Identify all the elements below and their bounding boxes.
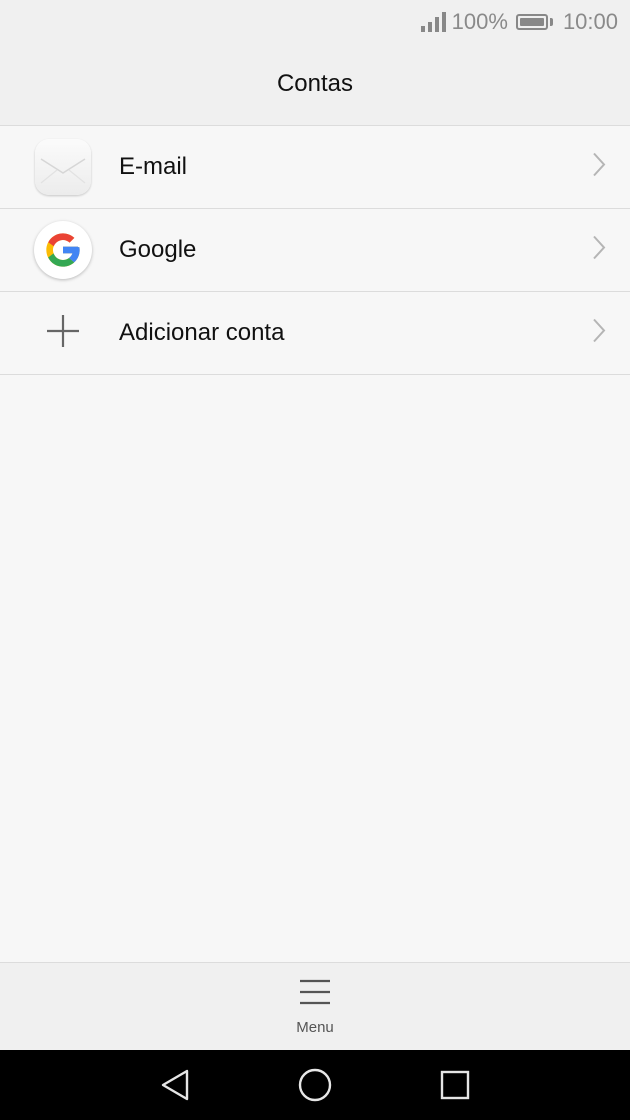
hamburger-icon: [299, 978, 331, 1011]
menu-button[interactable]: Menu: [0, 962, 630, 1050]
mail-icon: [35, 139, 91, 195]
clock: 10:00: [562, 9, 618, 34]
chevron-right-icon: [592, 318, 606, 349]
menu-label: Menu: [296, 1018, 334, 1036]
battery-percent: 100%: [451, 9, 508, 34]
account-label: Adicionar conta: [119, 319, 285, 346]
accounts-list: E-mail Google Adicionar conta: [0, 126, 630, 375]
signal-icon: [420, 12, 446, 32]
add-account-row[interactable]: Adicionar conta: [0, 292, 630, 375]
plus-icon: [45, 313, 81, 354]
account-label: Google: [119, 236, 197, 263]
header: Contas: [0, 44, 630, 126]
status-bar: 100% 10:00: [0, 0, 630, 44]
chevron-right-icon: [592, 152, 606, 183]
battery-icon: [515, 14, 548, 30]
back-icon[interactable]: [145, 1050, 205, 1120]
account-row-email[interactable]: E-mail: [0, 126, 630, 209]
google-icon: [34, 221, 92, 279]
account-row-google[interactable]: Google: [0, 209, 630, 292]
page-title: Contas: [276, 69, 354, 97]
account-label: E-mail: [119, 153, 188, 180]
navigation-bar: [0, 1050, 630, 1120]
home-icon[interactable]: [285, 1050, 345, 1120]
chevron-right-icon: [592, 235, 606, 266]
recents-icon[interactable]: [425, 1050, 485, 1120]
